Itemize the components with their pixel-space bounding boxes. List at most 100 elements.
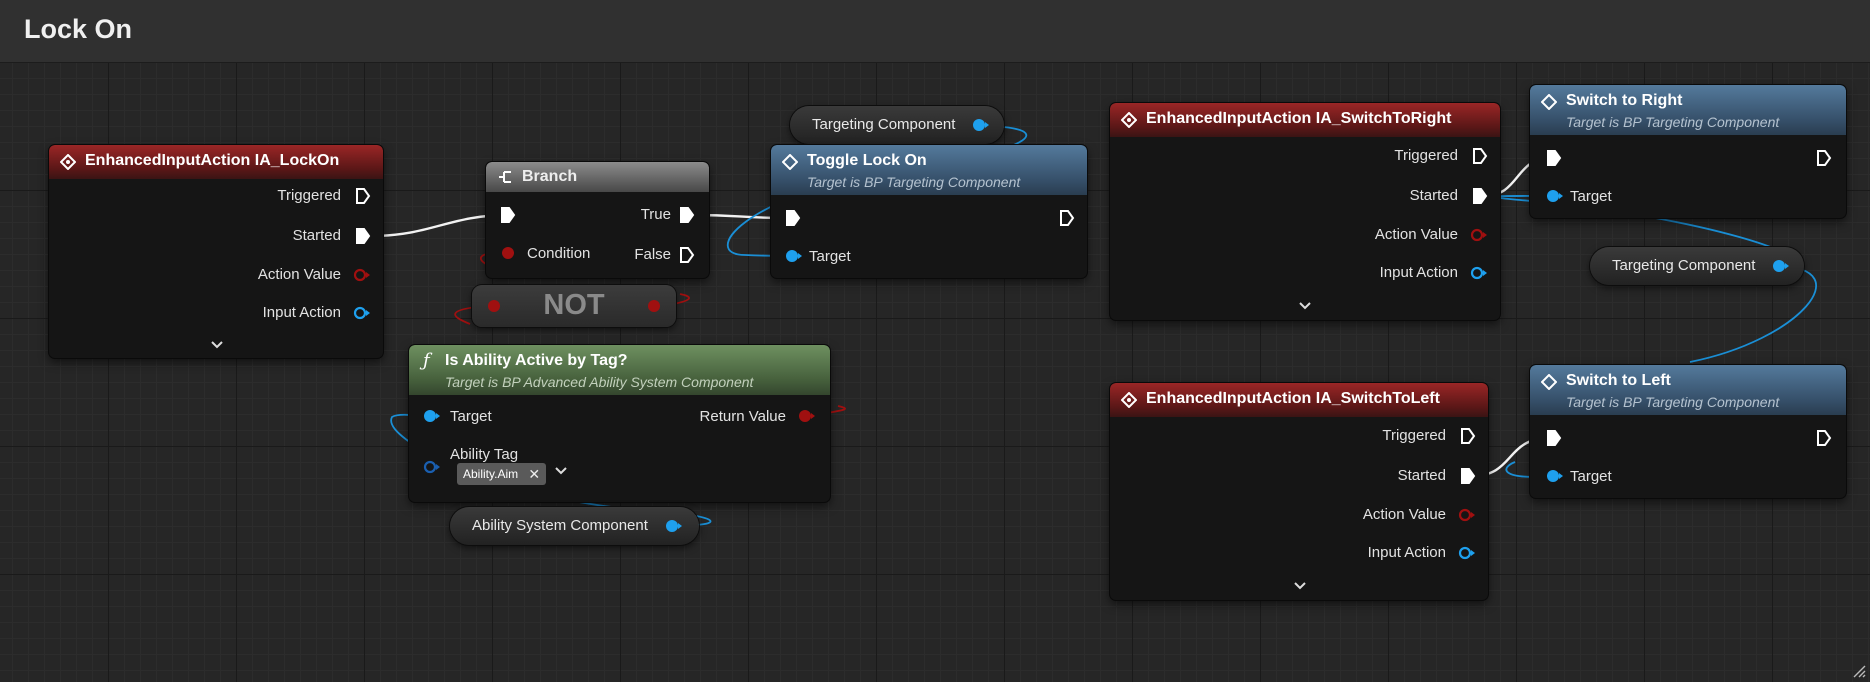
exec-out-pin-icon[interactable]	[1460, 467, 1476, 485]
node-header: Switch to Left Target is BP Targeting Co…	[1530, 365, 1846, 415]
pin-label-input-action: Input Action	[1367, 544, 1446, 561]
node-subtitle: Target is BP Targeting Component	[807, 174, 1021, 190]
node-header: Toggle Lock On Target is BP Targeting Co…	[771, 145, 1087, 195]
pin-label-input-action: Input Action	[1379, 264, 1458, 281]
node-toggle-lock-on[interactable]: Toggle Lock On Target is BP Targeting Co…	[771, 145, 1087, 278]
node-subtitle: Target is BP Targeting Component	[1566, 394, 1780, 410]
exec-out-pin-icon[interactable]	[1472, 187, 1488, 205]
gameplay-tag-chip[interactable]: Ability.Aim ✕	[457, 463, 547, 485]
pin-label-true: True	[640, 206, 671, 223]
node-not[interactable]: NOT	[472, 285, 676, 327]
pure-function-icon: ƒ	[423, 350, 430, 371]
var-label: Targeting Component	[1612, 257, 1756, 274]
node-header: EnhancedInputAction IA_SwitchToLeft	[1110, 383, 1488, 417]
node-ia-switch-to-left[interactable]: EnhancedInputAction IA_SwitchToLeft Trig…	[1110, 383, 1488, 600]
close-icon[interactable]: ✕	[528, 463, 540, 485]
resize-grip-icon[interactable]	[1850, 662, 1866, 678]
function-icon	[1541, 374, 1557, 390]
pin-label-started: Started	[292, 227, 341, 244]
pin-label-triggered: Triggered	[1382, 427, 1446, 444]
node-subtitle: Target is BP Advanced Ability System Com…	[445, 374, 754, 390]
exec-out-pin-icon[interactable]	[1816, 429, 1832, 447]
node-switch-to-right[interactable]: Switch to Right Target is BP Targeting C…	[1530, 85, 1846, 218]
var-targeting-component-1[interactable]: Targeting Component	[790, 106, 1004, 144]
pin-label-target: Target	[1570, 188, 1612, 205]
object-pin-icon[interactable]	[1470, 265, 1488, 281]
node-title: Branch	[522, 168, 578, 185]
exec-out-pin-icon[interactable]	[355, 227, 371, 245]
node-header: EnhancedInputAction IA_SwitchToRight	[1110, 103, 1500, 137]
chevron-down-icon[interactable]	[554, 465, 568, 477]
float-pin-icon[interactable]	[1458, 507, 1476, 523]
var-label: Targeting Component	[812, 116, 956, 133]
exec-out-pin-icon[interactable]	[1059, 209, 1075, 227]
exec-in-pin-icon[interactable]	[785, 209, 801, 227]
tag-value: Ability.Aim	[463, 467, 519, 481]
node-ia-lockon[interactable]: EnhancedInputAction IA_LockOn Triggered …	[49, 145, 383, 358]
pin-label-condition: Condition	[527, 245, 591, 262]
chevron-down-icon[interactable]	[210, 340, 224, 350]
object-pin-icon[interactable]	[423, 408, 441, 424]
pin-label-action-value: Action Value	[1374, 226, 1458, 243]
chevron-down-icon[interactable]	[1293, 581, 1307, 591]
node-is-ability-active-by-tag[interactable]: ƒ Is Ability Active by Tag? Target is BP…	[409, 345, 830, 502]
pin-label-false: False	[634, 246, 671, 263]
node-header: EnhancedInputAction IA_LockOn	[49, 145, 383, 179]
branch-icon	[499, 171, 511, 183]
pin-label-target: Target	[1570, 468, 1612, 485]
event-diamond-icon	[60, 154, 76, 170]
pin-label-action-value: Action Value	[1362, 506, 1446, 523]
float-pin-icon[interactable]	[353, 267, 371, 283]
node-header: ƒ Is Ability Active by Tag? Target is BP…	[409, 345, 830, 395]
node-title: Toggle Lock On	[807, 152, 927, 169]
node-branch[interactable]: Branch True Condition False	[486, 162, 709, 278]
pin-label-action-value: Action Value	[257, 266, 341, 283]
node-ia-switch-to-right[interactable]: EnhancedInputAction IA_SwitchToRight Tri…	[1110, 103, 1500, 320]
pin-label-input-action: Input Action	[262, 304, 341, 321]
pin-label-ability-tag: Ability Tag	[450, 446, 519, 463]
graph-canvas[interactable]: Lock On EnhancedInputAction IA_LockOn Tr…	[0, 0, 1870, 682]
pin-label-return-value: Return Value	[699, 408, 786, 425]
pin-label-triggered: Triggered	[277, 187, 341, 204]
pin-label-triggered: Triggered	[1394, 147, 1458, 164]
object-pin-icon[interactable]	[1772, 258, 1790, 274]
float-pin-icon[interactable]	[1470, 227, 1488, 243]
node-subtitle: Target is BP Targeting Component	[1566, 114, 1780, 130]
node-switch-to-left[interactable]: Switch to Left Target is BP Targeting Co…	[1530, 365, 1846, 498]
node-title: Switch to Left	[1566, 372, 1671, 389]
var-ability-system-component[interactable]: Ability System Component	[450, 507, 699, 545]
bool-pin-icon[interactable]	[500, 245, 516, 261]
pin-label-started: Started	[1409, 187, 1458, 204]
bool-pin-icon[interactable]	[798, 408, 816, 424]
exec-in-pin-icon[interactable]	[500, 206, 516, 224]
chevron-down-icon[interactable]	[1298, 301, 1312, 311]
object-pin-icon[interactable]	[1546, 468, 1564, 484]
object-pin-icon[interactable]	[353, 305, 371, 321]
object-pin-icon[interactable]	[972, 117, 990, 133]
node-title: EnhancedInputAction IA_SwitchToRight	[1146, 110, 1452, 127]
event-diamond-icon	[1121, 392, 1137, 408]
bool-pin-icon[interactable]	[646, 298, 662, 314]
node-title: Is Ability Active by Tag?	[445, 352, 628, 369]
exec-out-pin-icon[interactable]	[355, 187, 371, 205]
object-pin-icon[interactable]	[665, 518, 683, 534]
var-targeting-component-2[interactable]: Targeting Component	[1590, 247, 1804, 285]
function-icon	[1541, 94, 1557, 110]
node-title: EnhancedInputAction IA_SwitchToLeft	[1146, 390, 1440, 407]
object-pin-icon[interactable]	[1546, 188, 1564, 204]
function-icon	[782, 154, 798, 170]
exec-out-pin-icon[interactable]	[679, 246, 695, 264]
exec-in-pin-icon[interactable]	[1546, 149, 1562, 167]
node-title: EnhancedInputAction IA_LockOn	[85, 152, 340, 169]
exec-out-pin-icon[interactable]	[1472, 147, 1488, 165]
object-pin-icon[interactable]	[1458, 545, 1476, 561]
exec-out-pin-icon[interactable]	[679, 206, 695, 224]
node-title: Switch to Right	[1566, 92, 1683, 109]
node-header: Switch to Right Target is BP Targeting C…	[1530, 85, 1846, 135]
pin-label-target: Target	[809, 248, 851, 265]
exec-out-pin-icon[interactable]	[1460, 427, 1476, 445]
exec-in-pin-icon[interactable]	[1546, 429, 1562, 447]
object-pin-icon[interactable]	[785, 248, 803, 264]
exec-out-pin-icon[interactable]	[1816, 149, 1832, 167]
struct-pin-icon[interactable]	[423, 459, 441, 475]
